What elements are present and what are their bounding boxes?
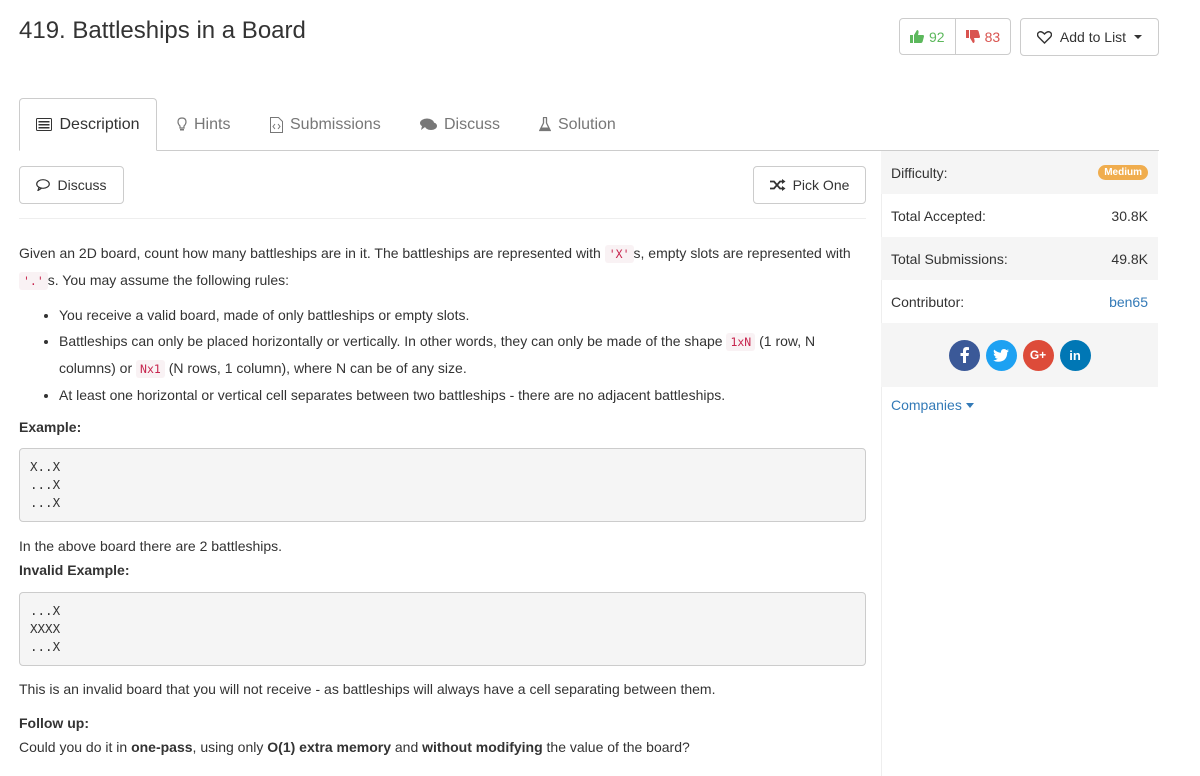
tab-discuss-label: Discuss <box>444 115 501 133</box>
invalid-example-text: This is an invalid board that you will n… <box>19 681 716 697</box>
google-plus-icon[interactable]: G+ <box>1022 339 1054 371</box>
add-to-list-label: Add to List <box>1059 29 1127 45</box>
code-1xn: 1xN <box>726 333 756 351</box>
followup-part: the value of the board? <box>542 739 690 755</box>
description-icon <box>36 118 53 131</box>
tab-submissions-label: Submissions <box>290 115 381 133</box>
companies-label: Companies <box>891 397 962 413</box>
problem-description: Given an 2D board, count how many battle… <box>19 240 869 759</box>
submissions-label: Total Submissions: <box>891 250 1008 267</box>
followup-part: and <box>390 739 423 755</box>
contributor-label: Contributor: <box>891 293 965 310</box>
upvote-count: 92 <box>929 28 945 45</box>
twitter-icon[interactable] <box>985 339 1017 371</box>
rule-item: At least one horizontal or vertical cell… <box>59 382 869 408</box>
tab-submissions[interactable]: Submissions <box>270 98 381 151</box>
intro-text-2: s, empty slots are represented with <box>633 245 851 261</box>
accepted-value: 30.8K <box>1111 207 1148 224</box>
chat-icon <box>420 118 437 130</box>
chevron-down-icon <box>1134 35 1143 39</box>
code-dot: '.' <box>19 272 48 290</box>
accepted-row: Total Accepted: 30.8K <box>881 194 1158 237</box>
rules-list: You receive a valid board, made of only … <box>59 302 869 408</box>
thumbs-down-icon <box>965 30 980 43</box>
example-board: X..X ...X ...X <box>19 448 866 522</box>
companies-dropdown[interactable]: Companies <box>881 387 1158 423</box>
vote-group: 92 83 <box>899 18 1012 55</box>
pick-one-button[interactable]: Pick One <box>753 166 866 204</box>
accepted-label: Total Accepted: <box>891 207 986 224</box>
tab-hints[interactable]: Hints <box>177 98 230 151</box>
comment-icon <box>36 179 51 191</box>
intro-paragraph: Given an 2D board, count how many battle… <box>19 240 869 294</box>
rule-text: Battleships can only be placed horizonta… <box>59 333 727 349</box>
contributor-row: Contributor: ben65 <box>881 280 1158 323</box>
invalid-example-label: Invalid Example: <box>19 562 130 578</box>
difficulty-badge: Medium <box>1098 165 1148 180</box>
difficulty-row: Difficulty: Medium <box>881 151 1158 194</box>
contributor-link[interactable]: ben65 <box>1109 294 1148 310</box>
caret-down-icon <box>965 402 974 408</box>
tab-solution[interactable]: Solution <box>539 98 616 151</box>
upvote-button[interactable]: 92 <box>900 19 956 54</box>
discuss-button-label: Discuss <box>57 177 107 193</box>
problem-title: 419. Battleships in a Board <box>19 17 306 44</box>
problem-sidebar: Difficulty: Medium Total Accepted: 30.8K… <box>881 151 1158 423</box>
code-x: 'X' <box>604 245 634 263</box>
tab-discuss[interactable]: Discuss <box>420 98 500 151</box>
tab-bar: Description Hints Submissions Discuss So… <box>19 98 1159 151</box>
followup-part: , using only <box>192 739 268 755</box>
example-label: Example: <box>19 419 82 435</box>
rule-text: You receive a valid board, made of only … <box>59 307 470 323</box>
followup-bold: without modifying <box>422 739 543 755</box>
followup-bold: one-pass <box>131 739 193 755</box>
flask-icon <box>539 117 551 132</box>
linkedin-icon[interactable]: in <box>1059 339 1091 371</box>
tab-description[interactable]: Description <box>19 98 157 151</box>
rule-text: (N rows, 1 column), where N can be of an… <box>164 360 467 376</box>
tab-solution-label: Solution <box>558 115 616 133</box>
difficulty-label: Difficulty: <box>891 164 948 181</box>
lightbulb-icon <box>177 117 187 131</box>
rule-item: You receive a valid board, made of only … <box>59 302 869 328</box>
heart-icon <box>1036 30 1052 44</box>
social-share: G+ in <box>881 323 1158 387</box>
code-file-icon <box>270 116 283 133</box>
followup-text: Could you do it in one-pass, using only … <box>19 735 869 759</box>
followup-bold: O(1) extra memory <box>267 739 391 755</box>
example-text: In the above board there are 2 battleshi… <box>19 538 283 554</box>
submissions-row: Total Submissions: 49.8K <box>881 237 1158 280</box>
shuffle-icon <box>769 179 786 191</box>
tab-hints-label: Hints <box>194 115 231 133</box>
submissions-value: 49.8K <box>1111 250 1148 267</box>
invalid-example-board: ...X XXXX ...X <box>19 592 866 666</box>
rule-item: Battleships can only be placed horizonta… <box>59 328 869 382</box>
downvote-button[interactable]: 83 <box>956 19 1011 54</box>
code-nx1: Nx1 <box>136 360 165 378</box>
divider <box>19 218 866 219</box>
followup-part: Could you do it in <box>19 739 132 755</box>
intro-text-3: s. You may assume the following rules: <box>47 272 290 288</box>
pick-one-label: Pick One <box>792 177 850 193</box>
followup-label: Follow up: <box>19 715 89 731</box>
discuss-button[interactable]: Discuss <box>19 166 124 204</box>
intro-text: Given an 2D board, count how many battle… <box>19 245 605 261</box>
add-to-list-button[interactable]: Add to List <box>1020 18 1159 56</box>
tab-description-label: Description <box>59 115 140 133</box>
rule-text: At least one horizontal or vertical cell… <box>59 387 726 403</box>
downvote-count: 83 <box>984 28 1001 45</box>
thumbs-up-icon <box>910 30 924 43</box>
facebook-icon[interactable] <box>948 339 980 371</box>
